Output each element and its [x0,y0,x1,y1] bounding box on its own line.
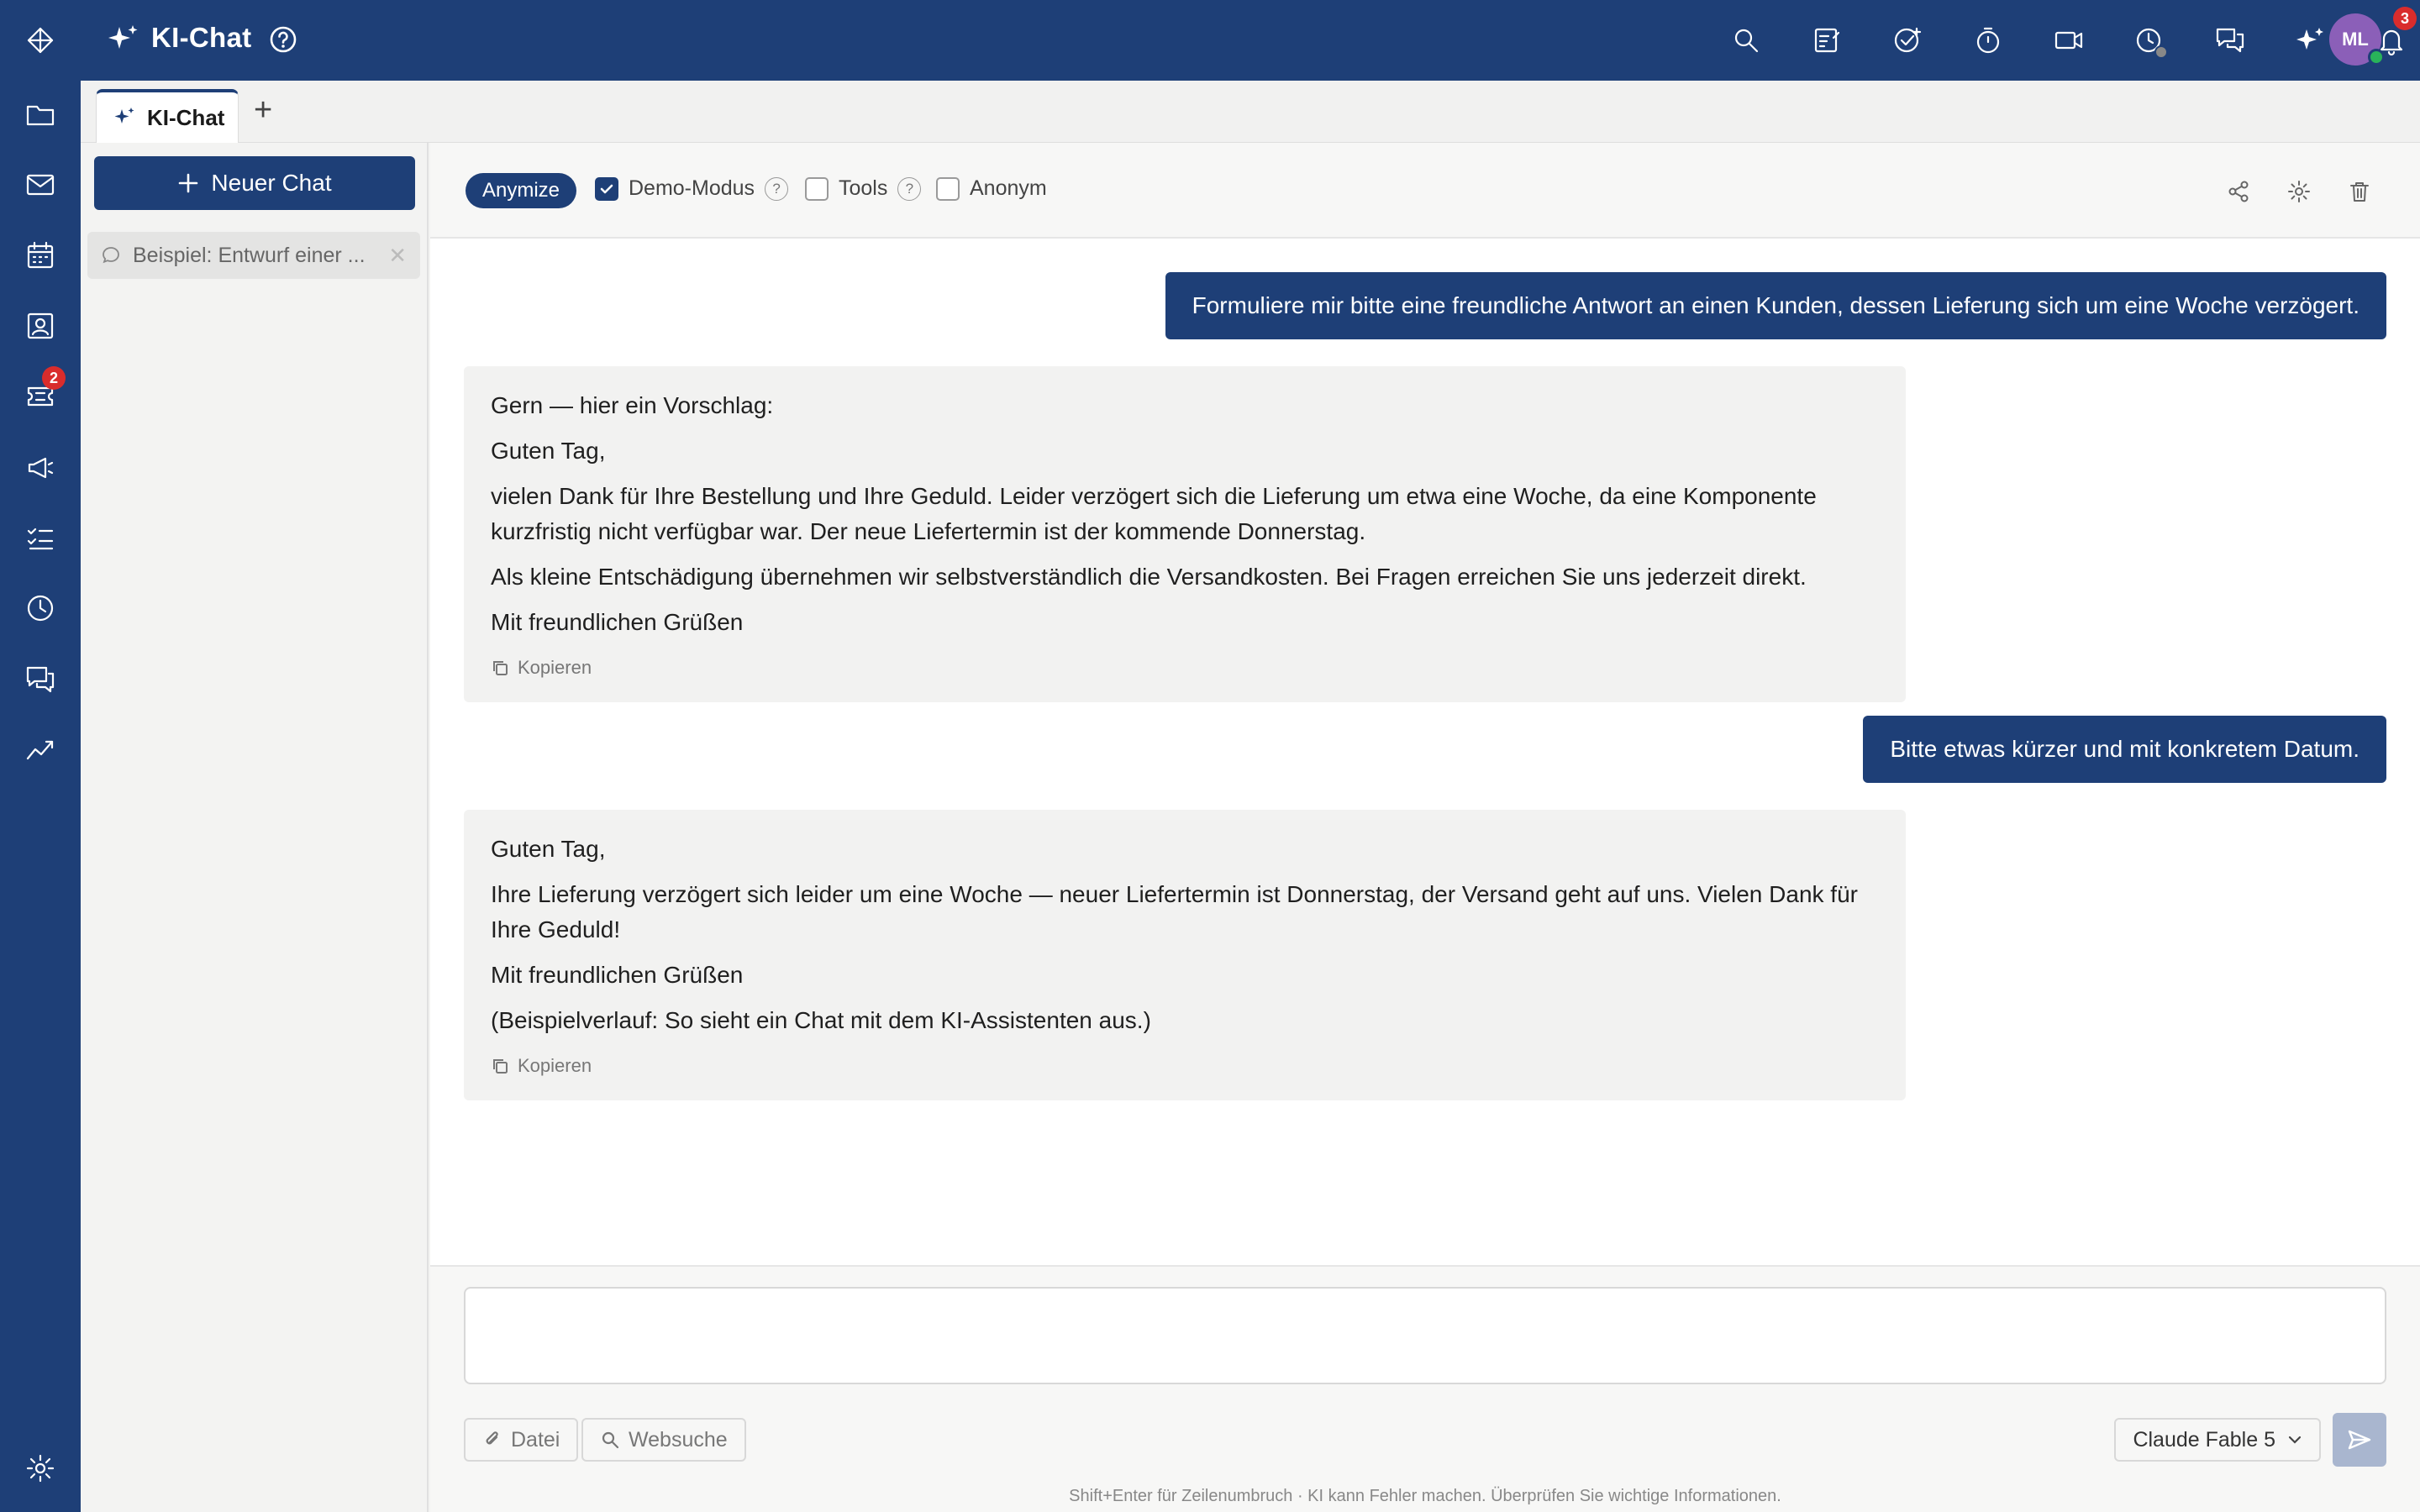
tools-help-icon[interactable]: ? [897,176,922,201]
model-select[interactable]: Claude Fable 5 [2114,1418,2321,1462]
composer-hint: Shift+Enter für Zeilenumbruch · KI kann … [1069,1487,1781,1505]
chevron-down-icon [2288,1436,2302,1444]
websearch-button[interactable]: Websuche [581,1418,746,1462]
user-message: Formuliere mir bitte eine freundliche An… [1165,272,2386,339]
chat-main: Anymize Demo-Modus ? Tools ? Anonym Form… [430,143,2420,1512]
chat-list-item[interactable]: Beispiel: Entwurf einer ... ✕ [87,232,420,279]
send-icon [2348,1430,2371,1450]
copy-label: Kopieren [518,1055,592,1076]
calendar-icon[interactable] [0,220,81,291]
demo-mode-help-icon[interactable]: ? [765,176,789,201]
add-tab-button[interactable]: + [254,92,272,129]
app-logo-icon[interactable] [0,5,81,76]
user-message-text: Formuliere mir bitte eine freundliche An… [1192,292,2360,318]
anonym-checkbox[interactable] [936,176,960,201]
assistant-paragraph: (Beispielverlauf: So sieht ein Chat mit … [491,1007,1151,1033]
top-header: KI-Chat 3 ML [81,0,2420,81]
task-add-icon[interactable] [1887,20,1928,60]
mail-icon[interactable] [0,150,81,220]
app-root: 2 KI-Chat 3 ML KI-Chat + Neuer Chat Beis… [0,0,2420,1512]
chat-toolbar: Anymize Demo-Modus ? Tools ? Anonym [430,143,2420,239]
composer: Datei Websuche Claude Fable 5 Shift+Ente… [430,1265,2420,1512]
assistant-message: Gern — hier ein Vorschlag: Guten Tag, vi… [464,366,1906,702]
time-tracking-icon[interactable] [2129,20,2170,60]
copy-icon [493,661,508,675]
page-title: KI-Chat [151,22,252,53]
messages-icon[interactable] [2210,20,2250,60]
copy-button[interactable]: Kopieren [491,1048,1879,1084]
presence-indicator [2368,49,2385,66]
tools-label: Tools [839,176,888,200]
assistant-paragraph: Mit freundlichen Grüßen [491,609,744,635]
user-message: Bitte etwas kürzer und mit konkretem Dat… [1863,716,2386,783]
search-small-icon [602,1431,619,1449]
video-call-icon[interactable] [2049,20,2089,60]
anymize-button[interactable]: Anymize [466,173,577,208]
websearch-label: Websuche [629,1427,728,1452]
anonym-label: Anonym [970,176,1047,200]
chat-list-item-label: Beispiel: Entwurf einer ... [133,243,366,267]
copy-button[interactable]: Kopieren [491,650,1879,685]
ai-sparkle-icon[interactable] [2291,20,2331,60]
tab-ki-chat[interactable]: KI-Chat [96,89,239,143]
paperclip-icon [486,1431,498,1445]
tickets-badge: 2 [42,366,66,390]
note-edit-icon[interactable] [1807,20,1847,60]
option-anonym[interactable]: Anonym [936,176,1047,201]
new-chat-label: Neuer Chat [211,170,332,196]
timer-icon[interactable] [1968,20,2008,60]
header-actions: 3 [1580,0,2420,81]
tab-bar: KI-Chat + [81,81,2420,143]
tasks-icon[interactable] [0,502,81,573]
trash-icon[interactable] [2343,175,2376,208]
folder-icon[interactable] [0,79,81,150]
copy-icon [493,1059,508,1074]
settings-icon[interactable] [2282,175,2316,208]
status-dot [2154,45,2168,59]
analytics-icon[interactable] [0,714,81,785]
tab-label: KI-Chat [147,104,225,130]
plus-icon [179,173,198,193]
share-icon[interactable] [2222,175,2255,208]
assistant-paragraph: Als kleine Entschädigung übernehmen wir … [491,564,1807,590]
chat-bubble-icon [103,247,119,264]
assistant-paragraph: Guten Tag, [491,438,606,464]
demo-mode-checkbox[interactable] [595,176,618,201]
assistant-paragraph: vielen Dank für Ihre Bestellung und Ihre… [491,483,1817,544]
contacts-icon[interactable] [0,291,81,361]
send-button[interactable] [2333,1413,2386,1467]
copy-label: Kopieren [518,657,592,678]
left-rail: 2 [0,0,81,1512]
message-input[interactable] [464,1287,2386,1384]
tools-checkbox[interactable] [805,176,829,201]
assistant-paragraph: Ihre Lieferung verzögert sich leider um … [491,881,1858,942]
assistant-paragraph: Mit freundlichen Grüßen [491,962,744,988]
search-icon[interactable] [1726,20,1766,60]
attach-file-label: Datei [511,1427,560,1452]
megaphone-icon[interactable] [0,432,81,502]
sparkle-icon [106,22,141,61]
chat-sidebar: Neuer Chat Beispiel: Entwurf einer ... ✕ [81,143,429,1512]
option-tools[interactable]: Tools ? [805,176,922,201]
tab-sparkle-icon [114,108,134,123]
model-select-value: Claude Fable 5 [2133,1427,2275,1452]
assistant-paragraph: Guten Tag, [491,836,606,862]
new-chat-button[interactable]: Neuer Chat [94,156,415,210]
user-message-text: Bitte etwas kürzer und mit konkretem Dat… [1890,736,2360,762]
attach-file-button[interactable]: Datei [464,1418,579,1462]
close-chat-icon[interactable]: ✕ [388,243,407,269]
option-demo-mode[interactable]: Demo-Modus ? [595,176,789,201]
assistant-message: Guten Tag, Ihre Lieferung verzögert sich… [464,810,1906,1100]
help-icon[interactable] [269,25,297,58]
ticket-icon[interactable]: 2 [0,361,81,432]
settings-gear-icon[interactable] [0,1433,81,1504]
demo-mode-label: Demo-Modus [629,176,755,200]
chat-bubbles-icon[interactable] [0,643,81,714]
assistant-paragraph: Gern — hier ein Vorschlag: [491,392,774,418]
notification-badge: 3 [2393,7,2417,30]
clock-icon[interactable] [0,573,81,643]
